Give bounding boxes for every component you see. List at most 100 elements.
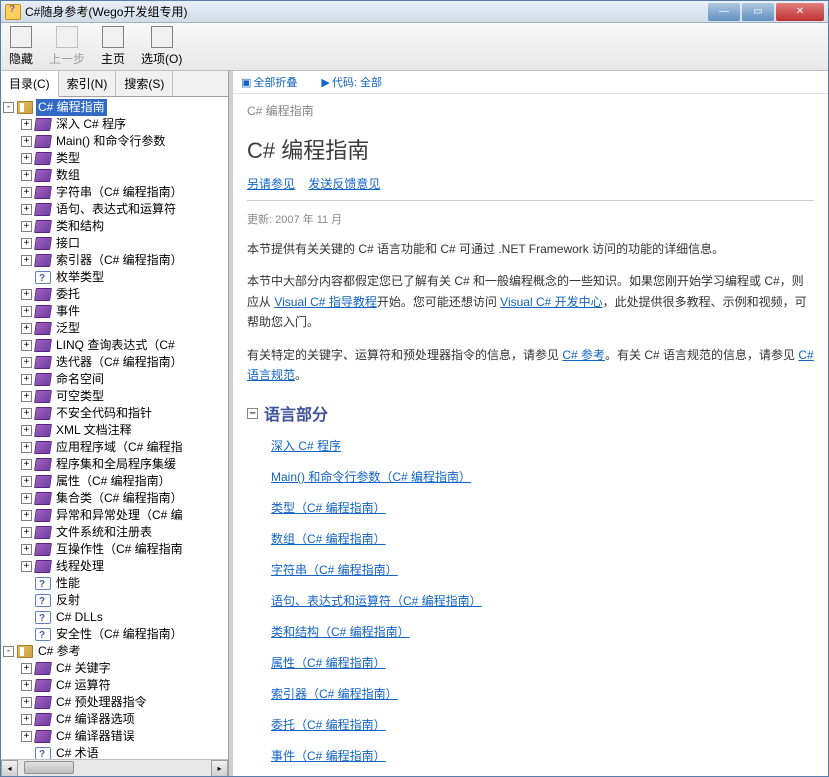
tree-label[interactable]: C# 编译器错误 <box>54 728 137 745</box>
expander-icon[interactable]: + <box>21 714 32 725</box>
expander-icon[interactable]: - <box>3 646 14 657</box>
tree-label[interactable]: C# 运算符 <box>54 677 113 694</box>
tree-node[interactable]: + 字符串（C# 编程指南） <box>3 184 226 201</box>
tree-node[interactable]: - C# 编程指南 <box>3 99 226 116</box>
topic-link[interactable]: 委托（C# 编程指南） <box>271 716 814 733</box>
topic-link[interactable]: 语句、表达式和运算符（C# 编程指南） <box>271 592 814 609</box>
expander-icon[interactable]: + <box>21 731 32 742</box>
topic-link[interactable]: 属性（C# 编程指南） <box>271 654 814 671</box>
tree-label[interactable]: C# 编程指南 <box>36 99 107 116</box>
tree-node[interactable]: + 深入 C# 程序 <box>3 116 226 133</box>
options-button[interactable]: 选项(O) <box>141 26 182 67</box>
expander-icon[interactable]: + <box>21 476 32 487</box>
tree-label[interactable]: XML 文档注释 <box>54 422 134 439</box>
expander-icon[interactable]: + <box>21 408 32 419</box>
horizontal-scrollbar[interactable]: ◂ ▸ <box>1 759 228 776</box>
topic-link[interactable]: 字符串（C# 编程指南） <box>271 561 814 578</box>
expander-icon[interactable]: + <box>21 527 32 538</box>
expander-icon[interactable]: + <box>21 238 32 249</box>
tab-contents[interactable]: 目录(C) <box>1 71 59 97</box>
tree-node[interactable]: C# 术语 <box>3 745 226 759</box>
tree-label[interactable]: 事件 <box>54 303 82 320</box>
tree-label[interactable]: 迭代器（C# 编程指南） <box>54 354 185 371</box>
tree-node[interactable]: + LINQ 查询表达式（C# <box>3 337 226 354</box>
tree-label[interactable]: 异常和异常处理（C# 编 <box>54 507 185 524</box>
expander-icon[interactable]: + <box>21 153 32 164</box>
tree-node[interactable]: + XML 文档注释 <box>3 422 226 439</box>
hide-button[interactable]: 隐藏 <box>9 26 33 67</box>
tree-label[interactable]: Main() 和命令行参数 <box>54 133 167 150</box>
expander-icon[interactable]: + <box>21 340 32 351</box>
tree-label[interactable]: 泛型 <box>54 320 82 337</box>
tree-node[interactable]: + 可空类型 <box>3 388 226 405</box>
tree-node[interactable]: +Main() 和命令行参数 <box>3 133 226 150</box>
expander-icon[interactable]: + <box>21 493 32 504</box>
code-all-link[interactable]: ▶代码: 全部 <box>321 74 382 90</box>
expander-icon[interactable]: + <box>21 187 32 198</box>
tree-node[interactable]: +数组 <box>3 167 226 184</box>
tree-label[interactable]: C# 关键字 <box>54 660 113 677</box>
tree-node[interactable]: + C# 关键字 <box>3 660 226 677</box>
tree-node[interactable]: + 类型 <box>3 150 226 167</box>
tree-label[interactable]: C# DLLs <box>54 609 105 626</box>
tree-label[interactable]: 类型 <box>54 150 82 167</box>
tree-node[interactable]: +文件系统和注册表 <box>3 524 226 541</box>
tree-node[interactable]: 性能 <box>3 575 226 592</box>
topic-link[interactable]: 深入 C# 程序 <box>271 437 814 454</box>
tree-node[interactable]: +命名空间 <box>3 371 226 388</box>
tree-label[interactable]: 类和结构 <box>54 218 106 235</box>
tree-label[interactable]: 线程处理 <box>54 558 106 575</box>
scroll-track[interactable] <box>18 760 211 776</box>
tree-node[interactable]: + 事件 <box>3 303 226 320</box>
tree-node[interactable]: + 异常和异常处理（C# 编 <box>3 507 226 524</box>
tree-label[interactable]: 枚举类型 <box>54 269 106 286</box>
expander-icon[interactable]: + <box>21 510 32 521</box>
minimize-button[interactable]: — <box>708 3 740 21</box>
tree-node[interactable]: 安全性（C# 编程指南） <box>3 626 226 643</box>
tree-label[interactable]: 性能 <box>54 575 82 592</box>
topic-link[interactable]: Main() 和命令行参数（C# 编程指南） <box>271 468 814 485</box>
expander-icon[interactable]: + <box>21 306 32 317</box>
tree-label[interactable]: 深入 C# 程序 <box>54 116 128 133</box>
expander-icon[interactable]: + <box>21 680 32 691</box>
expander-icon[interactable]: + <box>21 204 32 215</box>
tree-node[interactable]: +委托 <box>3 286 226 303</box>
tree-node[interactable]: +C# 预处理器指令 <box>3 694 226 711</box>
tree-label[interactable]: 索引器（C# 编程指南） <box>54 252 185 269</box>
expander-icon[interactable]: + <box>21 374 32 385</box>
tree-label[interactable]: 不安全代码和指针 <box>54 405 154 422</box>
tree-node[interactable]: + 语句、表达式和运算符 <box>3 201 226 218</box>
tree-label[interactable]: 数组 <box>54 167 82 184</box>
tree-label[interactable]: 属性（C# 编程指南） <box>54 473 173 490</box>
tree-node[interactable]: - C# 参考 <box>3 643 226 660</box>
csharp-ref-link[interactable]: C# 参考 <box>562 348 605 362</box>
expander-icon[interactable]: + <box>21 459 32 470</box>
tree-label[interactable]: 语句、表达式和运算符 <box>54 201 178 218</box>
tree-label[interactable]: C# 术语 <box>54 745 101 759</box>
expander-icon[interactable]: + <box>21 663 32 674</box>
expander-icon[interactable]: + <box>21 425 32 436</box>
tree-node[interactable]: +迭代器（C# 编程指南） <box>3 354 226 371</box>
expander-icon[interactable]: - <box>3 102 14 113</box>
feedback-link[interactable]: 发送反馈意见 <box>308 177 380 191</box>
tree-label[interactable]: 字符串（C# 编程指南） <box>54 184 185 201</box>
tree-label[interactable]: 可空类型 <box>54 388 106 405</box>
expander-icon[interactable]: + <box>21 442 32 453</box>
tree-node[interactable]: +程序集和全局程序集缓 <box>3 456 226 473</box>
expander-icon[interactable]: + <box>21 323 32 334</box>
tree-label[interactable]: C# 编译器选项 <box>54 711 137 728</box>
expander-icon[interactable]: + <box>21 221 32 232</box>
topic-link[interactable]: 事件（C# 编程指南） <box>271 747 814 764</box>
expander-icon[interactable]: + <box>21 391 32 402</box>
tree-label[interactable]: LINQ 查询表达式（C# <box>54 337 177 354</box>
tree-node[interactable]: C# DLLs <box>3 609 226 626</box>
expander-icon[interactable]: + <box>21 289 32 300</box>
expander-icon[interactable]: + <box>21 119 32 130</box>
tree-node[interactable]: 反射 <box>3 592 226 609</box>
tree-label[interactable]: 安全性（C# 编程指南） <box>54 626 185 643</box>
tree-label[interactable]: C# 参考 <box>36 643 83 660</box>
collapse-icon[interactable]: − <box>247 408 258 419</box>
tab-index[interactable]: 索引(N) <box>59 71 117 96</box>
tree-node[interactable]: + 类和结构 <box>3 218 226 235</box>
topic-link[interactable]: 索引器（C# 编程指南） <box>271 685 814 702</box>
